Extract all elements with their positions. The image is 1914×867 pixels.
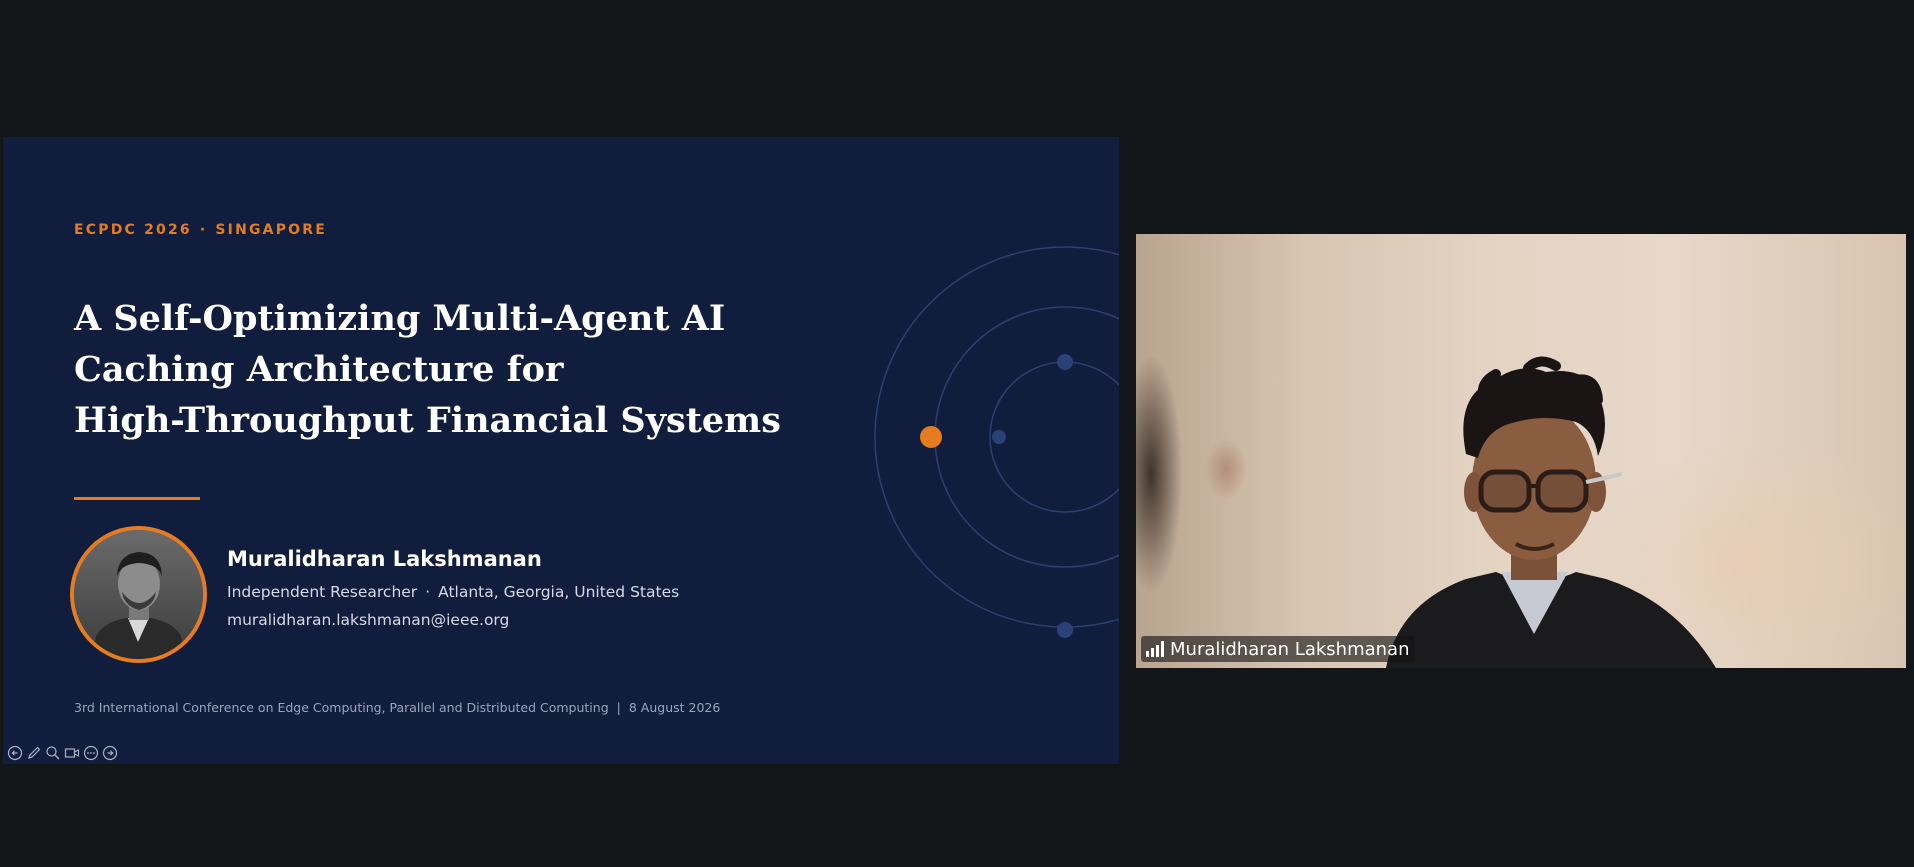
affiliation-separator: ·	[425, 583, 431, 601]
speaker-name: Muralidharan Lakshmanan	[227, 547, 542, 571]
footer-date: 8 August 2026	[628, 700, 721, 715]
kicker-location: SINGAPORE	[215, 222, 328, 238]
orbit-node-orange	[920, 426, 942, 448]
speaker-avatar	[70, 526, 207, 663]
previous-icon[interactable]	[7, 745, 23, 761]
title-line-1: A Self-Optimizing Multi-Agent AI	[74, 298, 726, 339]
orbit-node-top	[1057, 354, 1073, 370]
speaker-affiliation: Independent Researcher · Atlanta, Georgia,…	[227, 583, 679, 601]
pen-icon[interactable]	[26, 745, 42, 761]
signal-bars-icon	[1146, 641, 1164, 657]
orbit-node-small	[992, 430, 1006, 444]
speaker-role: Independent Researcher	[227, 583, 418, 601]
footer-conference: 3rd International Conference on Edge Com…	[74, 700, 609, 715]
video-icon[interactable]	[64, 745, 80, 761]
presentation-slide: ECPDC 2026 · SINGAPORE A Self-Optimizing M…	[3, 137, 1119, 764]
orbit-node-bottom	[1057, 622, 1073, 638]
kicker-separator: ·	[199, 222, 208, 238]
speaker-location: Atlanta, Georgia, United States	[438, 583, 680, 601]
participant-figure	[1386, 356, 1716, 668]
more-icon[interactable]	[83, 745, 99, 761]
title-line-3: High-Throughput Financial Systems	[74, 400, 781, 441]
participant-video[interactable]: Muralidharan Lakshmanan	[1136, 234, 1906, 668]
slide-controls	[7, 745, 118, 761]
speaker-email: muralidharan.lakshmanan@ieee.org	[227, 611, 510, 629]
accent-rule	[74, 497, 200, 500]
zoom-icon[interactable]	[45, 745, 61, 761]
participant-name: Muralidharan Lakshmanan	[1170, 638, 1410, 660]
slide-title: A Self-Optimizing Multi-Agent AI Caching…	[74, 293, 834, 446]
event-kicker: ECPDC 2026 · SINGAPORE	[74, 222, 327, 238]
next-icon[interactable]	[102, 745, 118, 761]
orbit-inner	[989, 361, 1119, 513]
title-line-2: Caching Architecture for	[74, 349, 564, 390]
slide-footer: 3rd International Conference on Edge Com…	[74, 700, 720, 715]
participant-name-tag: Muralidharan Lakshmanan	[1141, 636, 1416, 662]
orbit-middle	[934, 306, 1119, 568]
kicker-event: ECPDC 2026	[74, 222, 192, 238]
footer-separator: |	[616, 700, 621, 715]
